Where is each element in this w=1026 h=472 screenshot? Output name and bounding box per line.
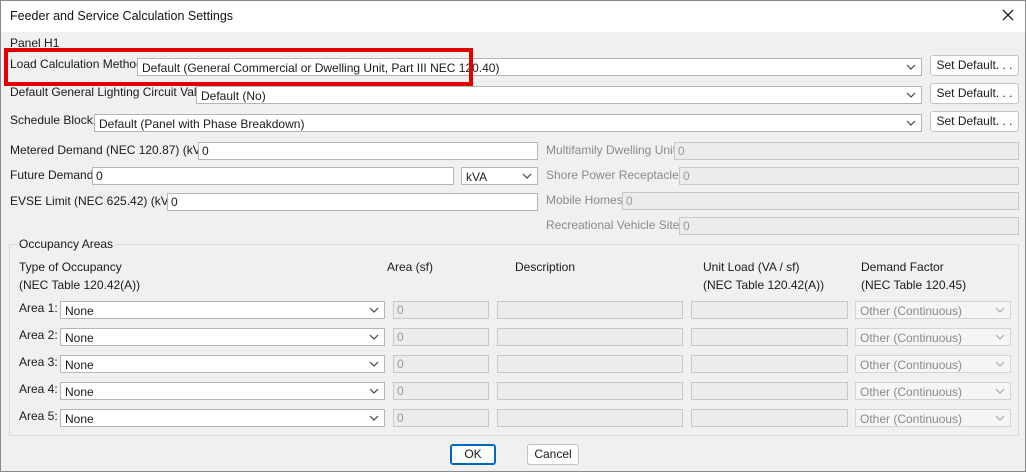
area-4-type-dropdown[interactable]: None: [60, 382, 385, 400]
window-title: Feeder and Service Calculation Settings: [10, 9, 234, 23]
lighting-label: Default General Lighting Circuit Value:: [10, 85, 214, 99]
area-2-area-input[interactable]: 0: [393, 328, 489, 346]
area-3-description-input[interactable]: [497, 355, 683, 373]
area-5-unit-load-input[interactable]: [691, 409, 848, 427]
area-5-type-value: None: [65, 412, 94, 426]
chevron-down-icon: [369, 415, 379, 421]
schedule-block-value: Default (Panel with Phase Breakdown): [99, 117, 305, 131]
future-demand-input[interactable]: 0: [92, 167, 454, 185]
area-1-description-input[interactable]: [497, 301, 683, 319]
header-demand-factor-sub: (NEC Table 120.45): [861, 278, 967, 292]
multifamily-input[interactable]: 0: [674, 142, 1019, 160]
area-1-demand-factor-dropdown[interactable]: Other (Continuous): [855, 301, 1011, 319]
area-1-label: Area 1:: [19, 301, 58, 315]
dialog-window: Feeder and Service Calculation Settings …: [0, 0, 1026, 472]
area-2-type-dropdown[interactable]: None: [60, 328, 385, 346]
area-2-demand-factor-value: Other (Continuous): [860, 331, 963, 345]
area-4-type-value: None: [65, 385, 94, 399]
chevron-down-icon: [995, 415, 1005, 421]
chevron-down-icon: [995, 388, 1005, 394]
area-2-demand-factor-dropdown[interactable]: Other (Continuous): [855, 328, 1011, 346]
area-5-demand-factor-dropdown[interactable]: Other (Continuous): [855, 409, 1011, 427]
mobile-homes-input[interactable]: 0: [622, 192, 1019, 210]
set-default-button-load-calc[interactable]: Set Default. . .: [930, 55, 1019, 76]
header-demand-factor: Demand Factor: [861, 260, 944, 274]
area-1-area-input[interactable]: 0: [393, 301, 489, 319]
schedule-block-label: Schedule Block:: [10, 113, 97, 127]
area-5-label: Area 5:: [19, 409, 58, 423]
header-unit-load-sub: (NEC Table 120.42(A)): [703, 278, 825, 292]
area-5-area-input[interactable]: 0: [393, 409, 489, 427]
area-3-unit-load-input[interactable]: [691, 355, 848, 373]
chevron-down-icon: [906, 64, 916, 70]
rv-sites-label: Recreational Vehicle Sites:: [546, 218, 689, 232]
future-demand-unit-dropdown[interactable]: kVA: [461, 167, 538, 185]
area-5-demand-factor-value: Other (Continuous): [860, 412, 963, 426]
area-4-unit-load-input[interactable]: [691, 382, 848, 400]
mobile-homes-label: Mobile Homes:: [546, 193, 627, 207]
chevron-down-icon: [995, 334, 1005, 340]
close-icon[interactable]: [999, 6, 1017, 24]
future-demand-unit-value: kVA: [466, 170, 488, 184]
area-4-demand-factor-value: Other (Continuous): [860, 385, 963, 399]
area-3-demand-factor-value: Other (Continuous): [860, 358, 963, 372]
ok-button[interactable]: OK: [450, 444, 496, 465]
area-3-type-value: None: [65, 358, 94, 372]
area-4-label: Area 4:: [19, 382, 58, 396]
chevron-down-icon: [995, 307, 1005, 313]
chevron-down-icon: [369, 361, 379, 367]
chevron-down-icon: [995, 361, 1005, 367]
area-2-type-value: None: [65, 331, 94, 345]
schedule-block-dropdown[interactable]: Default (Panel with Phase Breakdown): [94, 114, 922, 132]
area-1-demand-factor-value: Other (Continuous): [860, 304, 963, 318]
chevron-down-icon: [906, 120, 916, 126]
area-4-demand-factor-dropdown[interactable]: Other (Continuous): [855, 382, 1011, 400]
header-description: Description: [515, 260, 576, 274]
set-default-button-schedule[interactable]: Set Default. . .: [930, 111, 1019, 132]
shore-power-input[interactable]: 0: [679, 167, 1019, 185]
highlight-box: [4, 48, 473, 86]
area-5-description-input[interactable]: [497, 409, 683, 427]
evse-limit-input[interactable]: 0: [167, 193, 538, 211]
shore-power-label: Shore Power Receptacles:: [546, 168, 689, 182]
metered-demand-label: Metered Demand (NEC 120.87) (kVA):: [10, 143, 216, 157]
evse-limit-label: EVSE Limit (NEC 625.42) (kVA):: [10, 194, 184, 208]
area-1-type-value: None: [65, 304, 94, 318]
chevron-down-icon: [369, 388, 379, 394]
header-type-of-occupancy-sub: (NEC Table 120.42(A)): [19, 278, 141, 292]
area-4-area-input[interactable]: 0: [393, 382, 489, 400]
area-3-demand-factor-dropdown[interactable]: Other (Continuous): [855, 355, 1011, 373]
area-3-label: Area 3:: [19, 355, 58, 369]
header-type-of-occupancy: Type of Occupancy: [19, 260, 122, 274]
metered-demand-input[interactable]: 0: [198, 142, 538, 160]
area-3-type-dropdown[interactable]: None: [60, 355, 385, 373]
multifamily-label: Multifamily Dwelling Units:: [546, 143, 686, 157]
future-demand-label: Future Demand:: [10, 168, 97, 182]
area-2-description-input[interactable]: [497, 328, 683, 346]
chevron-down-icon: [369, 307, 379, 313]
area-4-description-input[interactable]: [497, 382, 683, 400]
lighting-value: Default (No): [201, 89, 266, 103]
area-1-unit-load-input[interactable]: [691, 301, 848, 319]
chevron-down-icon: [522, 173, 532, 179]
cancel-button[interactable]: Cancel: [527, 444, 579, 465]
set-default-button-lighting[interactable]: Set Default. . .: [930, 83, 1019, 104]
chevron-down-icon: [369, 334, 379, 340]
header-unit-load: Unit Load (VA / sf): [703, 260, 800, 274]
lighting-dropdown[interactable]: Default (No): [196, 86, 922, 104]
header-area: Area (sf): [387, 260, 434, 274]
area-5-type-dropdown[interactable]: None: [60, 409, 385, 427]
area-3-area-input[interactable]: 0: [393, 355, 489, 373]
area-1-type-dropdown[interactable]: None: [60, 301, 385, 319]
area-2-label: Area 2:: [19, 328, 58, 342]
rv-sites-input[interactable]: 0: [679, 217, 1019, 235]
area-2-unit-load-input[interactable]: [691, 328, 848, 346]
title-bar: Feeder and Service Calculation Settings: [1, 1, 1025, 32]
occupancy-areas-label: Occupancy Areas: [17, 236, 116, 252]
chevron-down-icon: [906, 92, 916, 98]
